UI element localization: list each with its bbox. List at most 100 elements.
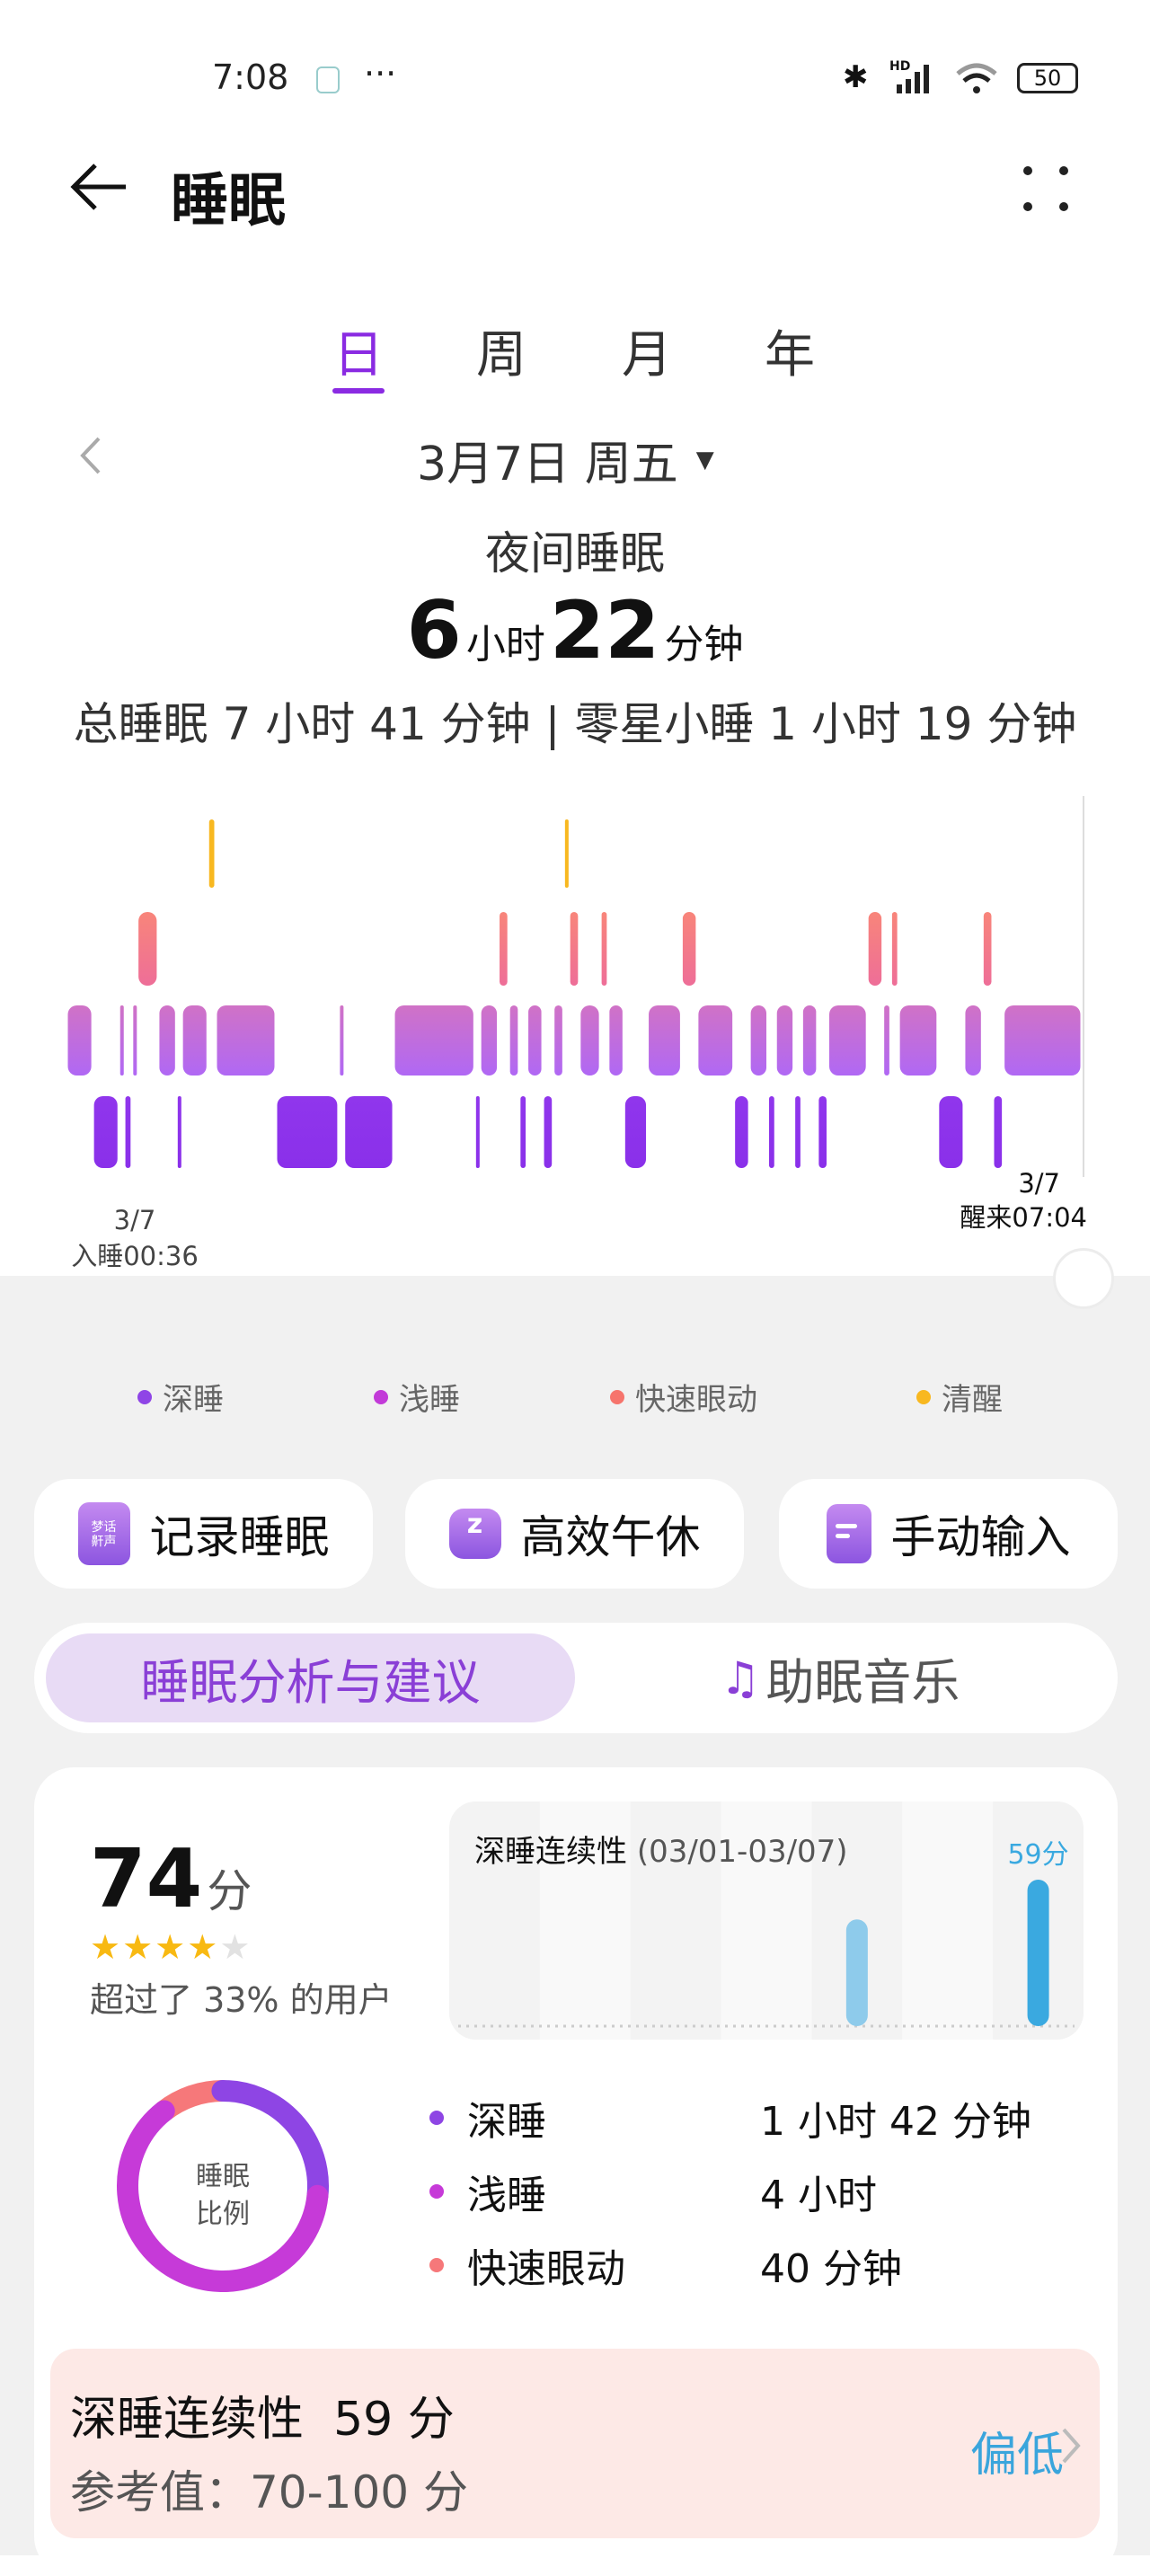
stage-segment-light [649,1005,680,1076]
star-icon: ★ [122,1927,155,1967]
legend-label: 快速眼动 [635,1382,757,1418]
tab-year[interactable]: 年 [754,314,826,387]
stage-segment-light [394,1005,473,1076]
efficient-nap-button[interactable]: z 高效午休 [405,1479,744,1589]
stage-segment-light [67,1005,92,1076]
stage-segment-deep [345,1096,393,1168]
tab-week[interactable]: 周 [465,314,537,387]
star-icon: ★ [90,1927,123,1967]
ratio-label: 快速眼动 [467,2246,625,2292]
record-sleep-button[interactable]: 梦话鼾声 记录睡眠 [34,1479,373,1589]
bar-value-label: 59分 [1007,1839,1068,1871]
day-column [902,1801,994,2040]
date-picker[interactable]: 3月7日 周五 ▼ [417,426,714,493]
tab-indicator [332,388,385,394]
page-title: 睡眠 [171,168,286,235]
manual-input-button[interactable]: 手动输入 [779,1479,1118,1589]
dropdown-icon: ▼ [695,446,714,474]
wake-date: 3/7 [1018,1168,1060,1199]
start-date: 3/7 [113,1205,156,1235]
legend-dot [916,1389,931,1404]
light-dot [429,2184,444,2199]
stage-segment-deep [475,1096,480,1168]
battery-icon: 50 [1017,63,1078,93]
ratio-value: 1 小时 42 分钟 [760,2099,1031,2145]
legend-dot [374,1389,388,1404]
range-text: (03/01-03/07) [636,1834,848,1870]
sleep-talk-icon: 梦话鼾声 [77,1502,130,1565]
tab-day[interactable]: 日 [323,314,394,387]
legend-light: 浅睡 [374,1375,460,1419]
continuity-mini-chart[interactable]: 59分 深睡连续性 (03/01-03/07) [449,1801,1084,2040]
ratio-list: 深睡 1 小时 42 分钟 浅睡 4 小时 快速眼动 40 分钟 [429,2089,1058,2323]
mini-chart-title: 深睡连续性 (03/01-03/07) [474,1827,848,1871]
signal-icon [897,65,929,93]
stage-segment-light [217,1005,275,1076]
stage-segment-light [802,1005,817,1076]
chart-scroll-handle[interactable] [1053,1248,1114,1309]
stage-segment-light [182,1005,207,1076]
legend-dot [610,1389,624,1404]
stage-segment-light [528,1005,542,1076]
stage-segment-light [481,1005,498,1076]
insight-score: 59 分 [333,2393,455,2447]
stage-segment-deep [624,1096,647,1168]
hours-unit: 小时 [465,622,545,668]
ratio-label: 深睡 [467,2099,546,2145]
deep-continuity-insight[interactable]: 深睡连续性 59 分 参考值：70-100 分 偏低 [50,2349,1100,2538]
stage-segment-deep [93,1096,118,1168]
insight-reference: 参考值：70-100 分 [70,2466,468,2518]
stage-segment-light [509,1005,518,1076]
sleep-analysis-card: 74 分 ★★★★★ 超过了 33% 的用户 59分 深睡连续性 (03/01-… [34,1767,1118,2576]
stage-segment-light [609,1005,623,1076]
wifi-icon [956,63,997,93]
night-sleep-duration: 6 小时 22 分钟 [0,584,1150,677]
legend-label: 清醒 [942,1382,1003,1418]
deep-dot [429,2111,444,2125]
continuity-bar [1027,1880,1049,2026]
stage-segment-light [698,1005,733,1076]
minutes-value: 22 [549,584,660,677]
stage-segment-awake [208,819,215,888]
manual-input-icon [826,1504,871,1563]
rem-dot [429,2258,444,2272]
button-label: 记录睡眠 [149,1511,330,1563]
back-arrow-icon[interactable] [70,162,131,212]
tab-sleep-analysis[interactable]: 睡眠分析与建议 [46,1633,575,1722]
stage-segment-rem [891,912,898,986]
score-value: 74 [90,1832,203,1926]
stage-segment-deep [735,1096,748,1168]
stage-segment-rem [983,912,992,986]
stage-segment-rem [500,912,508,986]
music-note-icon: ♫ [720,1651,761,1704]
stage-segment-light [340,1005,344,1076]
stage-segment-light [119,1005,124,1076]
status-time: 7:08 [212,58,289,97]
stage-segment-deep [818,1096,827,1168]
stage-segment-light [580,1005,599,1076]
insight-title: 深睡连续性 [70,2393,305,2447]
sleep-stage-chart[interactable] [0,791,1150,1186]
health-app-icon [316,66,340,93]
sleep-score: 74 分 [90,1832,252,1926]
minutes-unit: 分钟 [664,622,744,668]
stage-segment-deep [177,1096,181,1168]
date-label: 3月7日 周五 [417,438,678,491]
chevron-right-icon [1062,2428,1081,2464]
tab-sleep-music[interactable]: ♫ 助眠音乐 [575,1633,1105,1722]
star-icon: ★ [155,1927,188,1967]
more-options-icon[interactable] [1019,162,1073,216]
button-label: 手动输入 [890,1511,1071,1563]
ratio-row-rem: 快速眼动 40 分钟 [429,2236,902,2294]
tab-month[interactable]: 月 [611,314,683,387]
stage-segment-light [884,1005,889,1076]
stage-segment-light [750,1005,767,1076]
previous-day-icon[interactable] [77,435,104,476]
more-notifications: ··· [364,54,397,93]
summary-title: 夜间睡眠 [485,527,665,580]
total-sleep-detail: 总睡眠 7 小时 41 分钟 | 零星小睡 1 小时 19 分钟 [73,698,1077,750]
star-icon: ★ [219,1927,252,1967]
title-text: 深睡连续性 [474,1834,627,1870]
stage-segment-light [829,1005,866,1076]
start-time: 入睡00:36 [71,1241,199,1271]
